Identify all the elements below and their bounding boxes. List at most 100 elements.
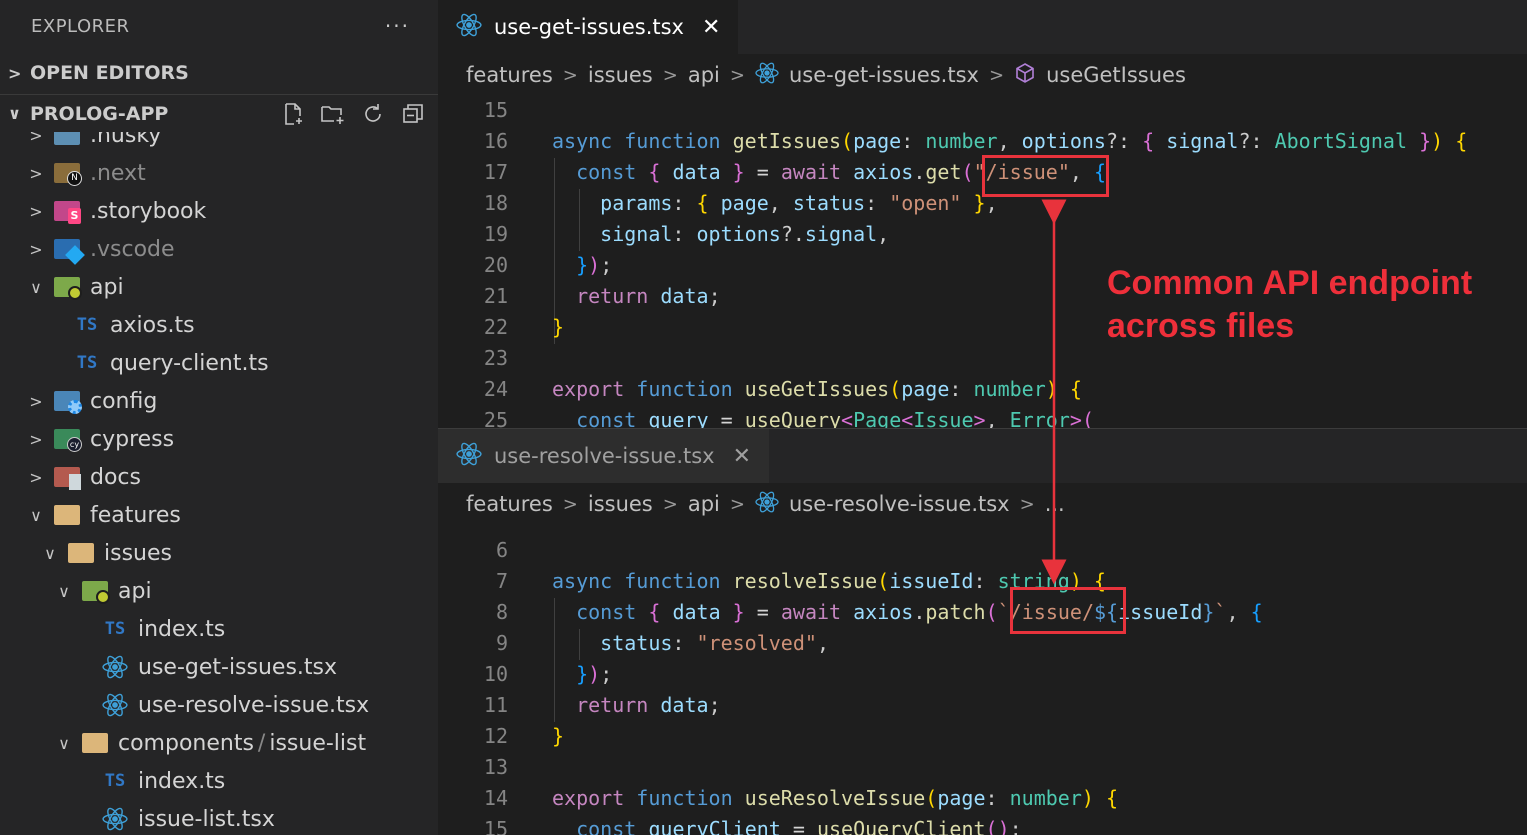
tree-label: index.ts <box>138 768 226 794</box>
chevron-right-icon: > <box>29 429 43 449</box>
chevron-right-icon: > <box>29 467 43 487</box>
tree-row-cypress[interactable]: > cy cypress <box>0 420 438 458</box>
open-editors-section[interactable]: > OPEN EDITORS <box>0 52 438 94</box>
tree-row-index-ts[interactable]: TS index.ts <box>0 610 438 648</box>
tree-row-axios[interactable]: TS axios.ts <box>0 306 438 344</box>
explorer-sidebar: EXPLORER ··· > OPEN EDITORS ∨ PROLOG-APP… <box>0 0 438 835</box>
collapse-all-icon[interactable] <box>400 101 426 127</box>
chevron-right-icon: > <box>1019 493 1035 515</box>
line-number: 11 <box>483 692 508 717</box>
new-folder-icon[interactable] <box>320 101 346 127</box>
tree-row-use-get-issues[interactable]: use-get-issues.tsx <box>0 648 438 686</box>
chevron-right-icon: > <box>29 163 43 183</box>
close-icon[interactable]: ✕ <box>702 15 720 40</box>
api-folder-icon <box>52 275 82 300</box>
code-line: 25 const query = useQuery<Page<Issue>, E… <box>438 404 1094 429</box>
chevron-right-icon: > <box>562 493 578 515</box>
line-number: 9 <box>495 630 508 655</box>
react-icon <box>100 655 130 679</box>
cypress-folder-icon: cy <box>52 427 82 452</box>
ts-file-icon: TS <box>104 771 126 791</box>
highlight-box-patch <box>1010 587 1126 634</box>
chevron-right-icon: > <box>8 63 22 83</box>
tree-row-query-client[interactable]: TS query-client.ts <box>0 344 438 382</box>
line-number: 21 <box>483 283 508 308</box>
config-folder-icon <box>52 389 82 414</box>
breadcrumb-item[interactable]: features <box>466 63 553 87</box>
tree-row-storybook[interactable]: > S .storybook <box>0 192 438 230</box>
new-file-icon[interactable] <box>280 101 306 127</box>
line-number: 14 <box>483 785 508 810</box>
code-line: 15 const queryClient = useQueryClient(); <box>438 813 1022 835</box>
chevron-right-icon: > <box>662 493 678 515</box>
code-line: 20 }); <box>438 249 612 280</box>
line-number: 12 <box>483 723 508 748</box>
tree-label: use-get-issues.tsx <box>138 654 338 680</box>
annotation-line: across files <box>1107 307 1295 345</box>
breadcrumb-item[interactable]: issues <box>588 63 653 87</box>
tree-row-issue-list[interactable]: issue-list.tsx <box>0 800 438 832</box>
line-number: 15 <box>483 816 508 835</box>
code-line: 22} <box>438 311 564 342</box>
breadcrumb-item[interactable]: api <box>688 492 720 516</box>
tree-row-api[interactable]: ∨ api <box>0 268 438 306</box>
code-line: 16 async function getIssues(page: number,… <box>438 125 1467 156</box>
tree-row-use-resolve-issue[interactable]: use-resolve-issue.tsx <box>0 686 438 724</box>
code-line: 11 return data; <box>438 689 721 720</box>
more-actions-icon[interactable]: ··· <box>385 14 410 38</box>
breadcrumb-item[interactable]: useGetIssues <box>1046 63 1186 87</box>
tree-row-config[interactable]: > config <box>0 382 438 420</box>
breadcrumb-item[interactable]: use-resolve-issue.tsx <box>789 492 1010 516</box>
project-section[interactable]: ∨ PROLOG-APP <box>0 94 438 132</box>
tree-label: cypress <box>90 426 175 452</box>
editor-group-bottom: use-resolve-issue.tsx ✕ features > issues… <box>438 428 1527 835</box>
explorer-header: EXPLORER ··· <box>0 0 438 52</box>
chevron-right-icon: > <box>562 64 578 86</box>
react-icon <box>456 13 482 42</box>
tree-label-compact: issue-list <box>269 730 367 756</box>
tree-label: .husky <box>90 132 162 148</box>
folder-open-icon <box>66 541 96 565</box>
ts-file-icon: TS <box>76 353 98 373</box>
tree-label: query-client.ts <box>110 350 269 376</box>
line-number: 16 <box>483 128 508 153</box>
docs-folder-icon <box>52 465 82 490</box>
breadcrumb-item[interactable]: ... <box>1045 492 1065 516</box>
next-folder-icon: N <box>52 161 82 186</box>
api-folder-icon <box>80 579 110 604</box>
code-line: 9 status: "resolved", <box>438 627 829 658</box>
close-icon[interactable]: ✕ <box>733 444 751 469</box>
code-line: 17 const { data } = await axios.get("/is… <box>438 156 1106 187</box>
tree-label: issues <box>104 540 172 566</box>
code-line: 13 <box>438 751 508 782</box>
code-line: 15 <box>438 94 508 125</box>
tab-use-get-issues[interactable]: use-get-issues.tsx ✕ <box>438 0 739 54</box>
chevron-right-icon: > <box>662 64 678 86</box>
tree-row-issues-api[interactable]: ∨ api <box>0 572 438 610</box>
tree-row-next[interactable]: > N .next <box>0 154 438 192</box>
tree-row-components[interactable]: ∨ components / issue-list <box>0 724 438 762</box>
tree-row-issues[interactable]: ∨ issues <box>0 534 438 572</box>
code-line: 6 <box>438 534 508 565</box>
tab-use-resolve-issue[interactable]: use-resolve-issue.tsx ✕ <box>438 429 770 483</box>
line-number: 19 <box>483 221 508 246</box>
tree-row-husky[interactable]: > .husky <box>0 132 438 154</box>
folder-open-icon <box>52 503 82 527</box>
line-number: 8 <box>495 599 508 624</box>
tree-row-docs[interactable]: > docs <box>0 458 438 496</box>
code-line: 14 export function useResolveIssue(page: … <box>438 782 1118 813</box>
tree-row-vscode[interactable]: > .vscode <box>0 230 438 268</box>
breadcrumb-item[interactable]: use-get-issues.tsx <box>789 63 979 87</box>
ts-file-icon: TS <box>76 315 98 335</box>
breadcrumb-item[interactable]: issues <box>588 492 653 516</box>
file-tree: > .husky > N .next > S .storybook > .vsc… <box>0 132 438 832</box>
tree-row-features[interactable]: ∨ features <box>0 496 438 534</box>
project-label: PROLOG-APP <box>30 102 169 125</box>
line-number: 20 <box>483 252 508 277</box>
chevron-right-icon: > <box>729 64 745 86</box>
breadcrumb-item[interactable]: features <box>466 492 553 516</box>
breadcrumb-item[interactable]: api <box>688 63 720 87</box>
refresh-icon[interactable] <box>360 101 386 127</box>
tree-row-components-index[interactable]: TS index.ts <box>0 762 438 800</box>
react-icon <box>100 807 130 831</box>
